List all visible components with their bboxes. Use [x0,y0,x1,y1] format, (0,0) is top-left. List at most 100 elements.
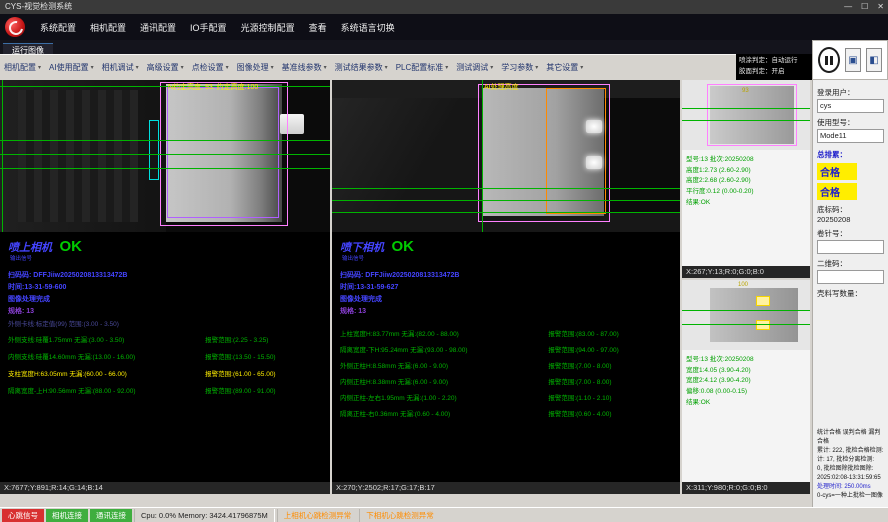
pixel-coords-preview-bottom: X:311;Y:980;R:0;G:0;B:0 [682,482,810,494]
measurement-rows: 上柱宽度H:83.77mm 无漏:(82.00 - 88.00) 报警范围:(8… [340,328,676,418]
measurement-row: 隔离宽度-上H:90.56mm 无漏:(88.00 - 92.00) 报警范围:… [8,385,326,395]
user-label: 登录用户： [817,87,884,98]
user-value: cys [817,99,884,113]
app-logo-icon [5,17,25,37]
qrcode-label: 二维码： [817,258,884,269]
chevron-down-icon: ▾ [226,64,229,71]
chevron-down-icon: ▾ [445,64,448,71]
preview-text: 型号:13 批次:20250208 高度1:2.73 (2.60-2.90) 高… [686,155,754,209]
part-image [710,288,798,342]
measure-line-green-vertical [2,80,3,232]
toolbar-advanced-settings[interactable]: 高级设置▾ [143,62,188,73]
process-status: 图像处理完成 [8,294,50,304]
measurement-row: 隔离宽度-下H:95.24mm 无漏:(93.00 - 98.00) 报警范围:… [340,344,676,354]
judge-strip: 喷涂判定：自动运行 胶面判定：开启 [736,54,812,80]
toolbar-image-process[interactable]: 图像处理▾ [233,62,278,73]
snapshot-icon: ▣ [848,55,857,66]
measurement-row: 内侧支线:硅覆14.60mm 无漏:(13.00 - 16.00) 报警范围:(… [8,351,326,361]
measurement-row: 隔离正柱-右0.36mm 无漏:(0.60 - 4.00) 报警范围:(0.60… [340,408,676,418]
toolbar-camera-debug[interactable]: 相机调试▾ [98,62,143,73]
lower-camera-warning: 下相机心跳检测异常 [359,509,440,522]
camera-panel-lower: AI处理高度 喷下相机 OK 输出信号 扫码码: DFFJiiw20250208… [332,80,680,482]
qrcode-value[interactable] [817,270,884,284]
minimize-button[interactable]: — [844,0,852,14]
measure-line-green [332,212,680,213]
needle-label: 卷针号： [817,228,884,239]
titlebar: CYS-视觉检测系统 — ☐ ✕ [0,0,888,14]
toolbar-test-result-params[interactable]: 测试结果参数▾ [331,62,392,73]
snapshot-button[interactable]: ▣ [845,48,861,72]
toolbar-test-debug[interactable]: 测试调试▾ [452,62,497,73]
highlight-blob [586,156,602,169]
spec-text: 规格: 13 [8,306,34,316]
result-note: 输出信号 [342,254,364,262]
preview-panel-top[interactable]: 93 型号:13 批次:20250208 高度1:2.73 (2.60-2.90… [682,80,810,266]
model-label: 使用型号： [817,117,884,128]
preview-image-top: 93 [682,80,810,150]
comm-connection-status: 通讯连接 [90,509,132,522]
needle-value[interactable] [817,240,884,254]
measure-line-green [682,120,810,121]
measure-line-green [332,200,680,201]
judge-line-2: 胶面判定：开启 [739,66,809,77]
judge-line-1: 喷涂判定：自动运行 [739,55,809,66]
chevron-down-icon: ▾ [324,64,327,71]
measurement-row: 外侧支线:硅覆1.75mm 无漏:(3.00 - 3.50) 报警范围:(2.2… [8,334,326,344]
window-controls: — ☐ ✕ [844,0,884,14]
tab-bar: 运行图像 [0,40,812,54]
overlay-rect-orange [546,88,606,214]
preview-tag: 93 [742,88,749,94]
pixel-coords-lower: X:270;Y:2502;R:17;G:17;B:17 [332,482,680,494]
settings-button[interactable]: ◧ [866,48,882,72]
toolbar-baseline-params[interactable]: 基准线参数▾ [278,62,331,73]
chevron-down-icon: ▾ [91,64,94,71]
machine-background [332,80,482,232]
reference-line-text: 外侧卡线:标定值(99) 范围:(3.00 - 3.50) [8,318,119,328]
menu-language-switch[interactable]: 系统语言切换 [334,21,402,34]
maximize-button[interactable]: ☐ [861,0,868,14]
toolbar-ai-config[interactable]: AI使用配置▾ [45,62,98,73]
upper-camera-image[interactable]: N约定高度: 93. 约定高度:100 [0,80,330,232]
measurement-row: 内侧正柱H:8.38mm 无漏:(6.00 - 9.00) 报警范围:(7.00… [340,376,676,386]
toolbar-plc-config[interactable]: PLC配置标准▾ [392,62,453,73]
menu-io-config[interactable]: IO手配置 [183,21,234,34]
result-badge: 合格 [817,183,857,200]
overlay-rect-pink [707,84,797,146]
preview-panel-bottom[interactable]: 100 型号:13 批次:20250208 宽度1:4.05 (3.90-4.2… [682,280,810,482]
menu-camera-config[interactable]: 相机配置 [83,21,133,34]
info-sidebar: 登录用户： cys 使用型号： Mode11 总排累： 合格 合格 底标码： 2… [812,80,888,507]
pixel-coords-preview-top: X:267;Y:13;R:0;G:0;B:0 [682,266,810,278]
menu-comm-config[interactable]: 通讯配置 [133,21,183,34]
measure-line-green-vertical [482,80,483,232]
chevron-down-icon: ▾ [181,64,184,71]
toolbar-spot-check[interactable]: 点检设置▾ [188,62,233,73]
menu-view[interactable]: 查看 [302,21,334,34]
measurement-rows: 外侧支线:硅覆1.75mm 无漏:(3.00 - 3.50) 报警范围:(2.2… [8,334,326,395]
total-result-label: 总排累： [817,149,884,160]
barcode-text: 扫码码: DFFJiiw2025020813313472B [340,270,459,280]
process-time: 处理时间: 250.00ms [817,483,885,492]
measurement-row-warning: 支柱宽度H:63.05mm 无漏:(60.00 - 66.00) 报警范围:(6… [8,368,326,378]
chevron-down-icon: ▾ [136,64,139,71]
toolbar-other-settings[interactable]: 其它设置▾ [542,62,587,73]
highlight-blob [586,120,602,133]
camera-name: 喷下相机 [340,242,384,254]
heartbeat-status: 心跳信号 [2,509,44,522]
overlay-height-label: N约定高度: 93. 约定高度:100 [168,82,258,92]
menu-light-config[interactable]: 光源控制配置 [234,21,302,34]
lower-camera-image[interactable]: AI处理高度 [332,80,680,232]
toolbar-camera-config[interactable]: 相机配置▾ [0,62,45,73]
machine-detail [18,90,138,222]
overlay-height-label: AI处理高度 [484,82,519,92]
shell-count-label: 壳料写数量： [817,288,884,299]
status-bar: 心跳信号 相机连接 通讯连接 Cpu: 0.0% Memory: 3424.41… [0,507,888,522]
chevron-down-icon: ▾ [271,64,274,71]
measure-line-green [0,86,330,87]
menubar: 系统配置 相机配置 通讯配置 IO手配置 光源控制配置 查看 系统语言切换 [0,14,888,40]
menu-system-config[interactable]: 系统配置 [33,21,83,34]
preview-image-bottom: 100 [682,280,810,350]
toolbar-learn-params[interactable]: 学习参数▾ [497,62,542,73]
pause-button[interactable] [818,47,840,73]
close-button[interactable]: ✕ [877,0,884,14]
measurement-row: 上柱宽度H:83.77mm 无漏:(82.00 - 88.00) 报警范围:(8… [340,328,676,338]
